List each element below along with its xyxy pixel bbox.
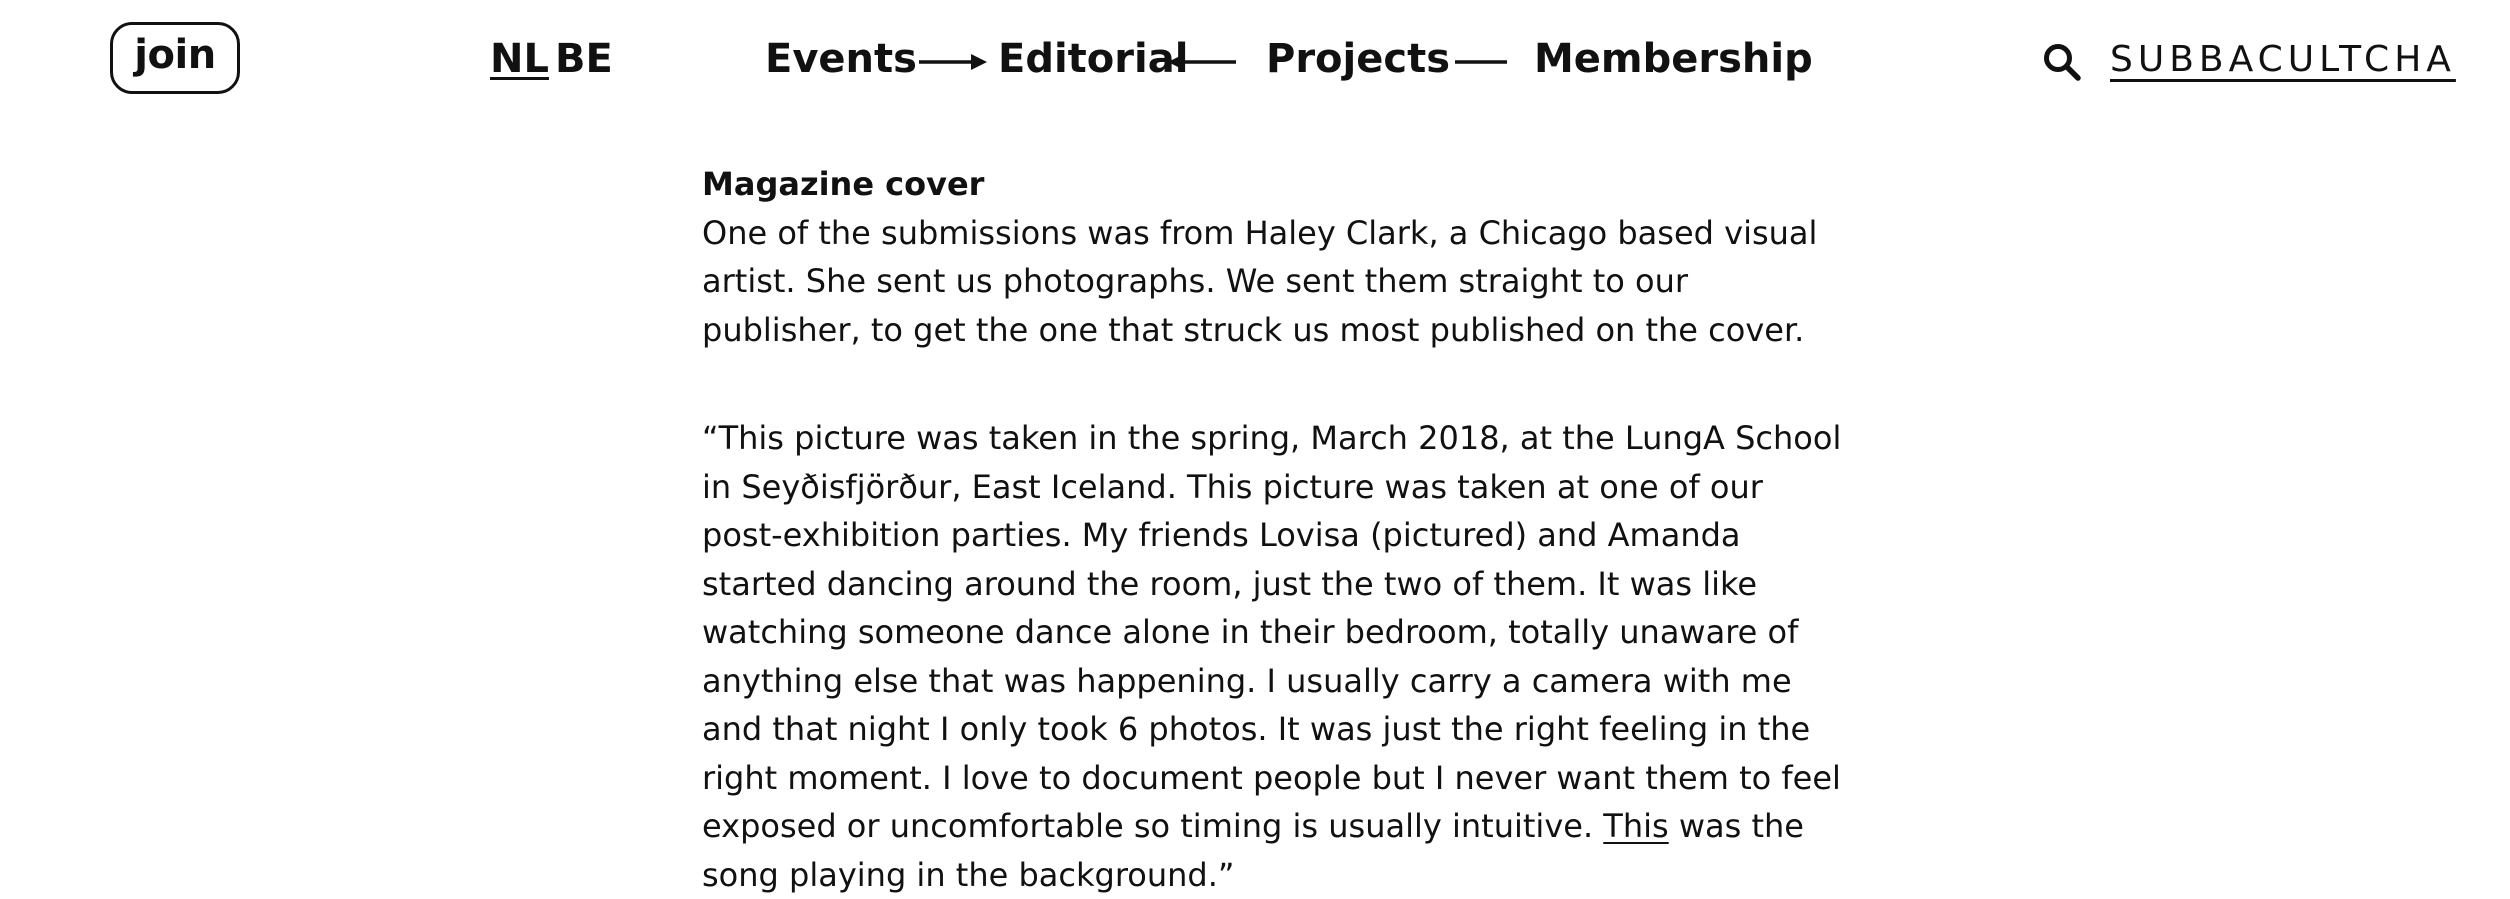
nav-events-link[interactable]: Events [765, 31, 917, 87]
language-nl-link[interactable]: NL [490, 31, 549, 87]
song-link[interactable]: This [1603, 807, 1668, 845]
site-name-link[interactable]: SUBBACULTCHA [2110, 34, 2456, 86]
language-be-link[interactable]: BE [555, 31, 613, 87]
nav-projects-link[interactable]: Projects [1266, 31, 1450, 87]
quote-paragraph: “This picture was taken in the spring, M… [702, 414, 1842, 899]
dash-line-icon [1455, 60, 1507, 64]
search-icon[interactable] [2042, 42, 2082, 82]
article-body: Magazine cover One of the submissions wa… [702, 160, 1842, 899]
nav-editorial-link[interactable]: Editorial [998, 31, 1188, 87]
arrow-right-icon [919, 54, 987, 70]
intro-paragraph: One of the submissions was from Haley Cl… [702, 213, 1818, 349]
arrow-left-icon [1168, 54, 1236, 70]
join-button[interactable]: join [110, 22, 240, 94]
section-heading: Magazine cover [702, 165, 985, 203]
nav-membership-link[interactable]: Membership [1534, 31, 1813, 87]
quote-text-start: “This picture was taken in the spring, M… [702, 419, 1842, 845]
